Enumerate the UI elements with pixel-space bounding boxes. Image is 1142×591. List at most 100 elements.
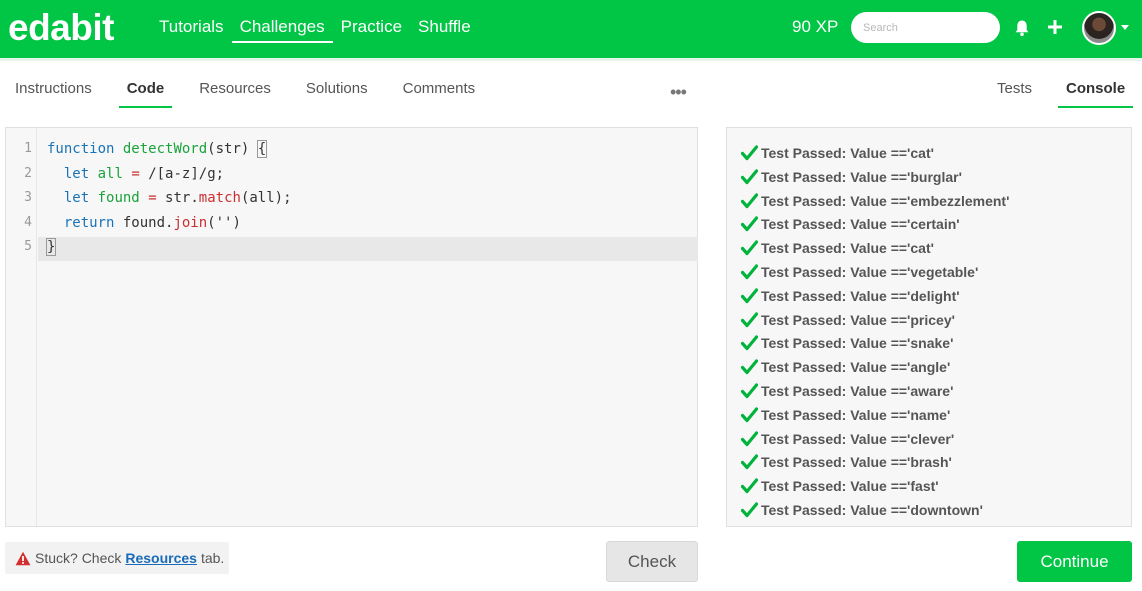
code-line[interactable]: function detectWord(str) { [47,137,268,162]
checkmark-icon [741,478,758,494]
stuck-hint: Stuck? Check Resources tab. [5,542,229,574]
tab-console[interactable]: Console [1057,78,1134,108]
test-result-prefix: Test Passed: Value == [761,430,908,447]
test-result-prefix: Test Passed: Value == [761,454,908,471]
code-token: match [198,190,241,206]
test-result-prefix: Test Passed: Value == [761,216,908,233]
code-token: { [256,140,268,158]
test-result-value: 'name' [907,406,951,423]
test-result-value: 'cat' [907,145,934,161]
test-result-line: Test Passed: Value == 'fast' [741,478,939,494]
test-result-value: 'pricey' [907,311,955,328]
checkmark-icon [741,216,758,232]
test-result-value: 'cat' [907,240,934,257]
code-token: detectWord [122,141,208,157]
checkmark-icon [741,264,758,280]
test-result-value: 'brash' [907,454,952,471]
checkmark-icon [741,311,758,327]
bell-icon[interactable] [1014,19,1030,37]
test-result-prefix: Test Passed: Value == [761,359,908,376]
search-input[interactable] [851,12,1000,43]
line-number: 2 [24,165,32,181]
test-result-prefix: Test Passed: Value == [761,287,908,304]
code-line[interactable]: let all = /[a-z]/g; [47,162,224,187]
test-result-value: 'aware' [907,383,954,399]
test-result-prefix: Test Passed: Value == [761,478,908,495]
nav-link-shuffle[interactable]: Shuffle [418,0,471,58]
output-tabs: Tests Console [997,78,1134,108]
test-result-line: Test Passed: Value == 'burglar' [741,169,962,185]
nav-link-challenges[interactable]: Challenges [231,0,333,58]
test-result-value: 'snake' [907,335,954,352]
test-result-value: 'fast' [907,478,939,495]
code-token: found [97,190,140,206]
code-token: = [148,190,157,206]
test-result-value: 'clever' [907,430,955,447]
stuck-hint-suffix: tab. [200,550,225,566]
test-result-prefix: Test Passed: Value == [761,168,908,185]
code-token: all [97,165,123,182]
warning-icon [15,551,31,565]
checkmark-icon [741,240,758,256]
code-line[interactable]: } [45,235,57,260]
line-number: 5 [24,239,32,254]
code-token: = [131,165,140,182]
tab-instructions[interactable]: Instructions [15,78,92,108]
console-output[interactable]: Test Passed: Value == 'cat' Test Passed: … [726,127,1132,527]
test-result-value: 'certain' [907,216,960,233]
checkmark-icon [741,407,758,422]
test-result-line: Test Passed: Value == 'snake' [741,335,953,351]
plus-icon[interactable] [1047,19,1063,35]
active-line-highlight [38,237,698,261]
test-result-prefix: Test Passed: Value == [761,240,908,257]
test-result-line: Test Passed: Value == 'certain' [741,216,960,232]
nav-link-tutorials[interactable]: Tutorials [159,0,224,58]
checkmark-icon [741,383,758,399]
tab-comments[interactable]: Comments [403,78,476,108]
code-token: function [47,141,115,157]
edabit-logo[interactable]: edabit [8,4,114,52]
test-result-prefix: Test Passed: Value == [761,192,908,209]
test-result-line: Test Passed: Value == 'clever' [741,431,954,447]
more-options-icon[interactable]: ••• [670,83,687,101]
main-nav: Tutorials Challenges Practice Shuffle [159,0,487,58]
checkmark-icon [741,430,758,446]
line-number-gutter: 1 2 3 4 5 [6,128,37,526]
test-result-line: Test Passed: Value == 'aware' [741,383,953,399]
checkmark-icon [741,288,758,303]
resources-link[interactable]: Resources [125,550,197,566]
code-token: return [63,214,115,231]
challenge-tabs: Instructions Code Resources Solutions Co… [15,78,510,108]
test-result-line: Test Passed: Value == 'embezzlement' [741,193,1009,209]
test-result-line: Test Passed: Value == 'cat' [741,240,934,256]
tab-tests[interactable]: Tests [997,78,1032,108]
code-editor[interactable]: 1 2 3 4 5 function detectWord(str) { let… [5,127,698,527]
tab-code[interactable]: Code [118,78,172,108]
tab-resources[interactable]: Resources [199,78,271,108]
test-result-line: Test Passed: Value == 'pricey' [741,312,955,328]
test-result-value: 'angle' [907,359,951,376]
checkmark-icon [741,145,758,161]
top-navbar: edabit Tutorials Challenges Practice Shu… [0,0,1142,61]
nav-link-practice[interactable]: Practice [341,0,402,58]
test-result-prefix: Test Passed: Value == [761,383,908,399]
code-line[interactable]: return found.join('') [47,211,241,236]
test-result-line: Test Passed: Value == 'name' [741,407,950,423]
checkmark-icon [741,169,758,184]
xp-counter: 90 XP [792,17,839,36]
test-result-line: Test Passed: Value == 'delight' [741,288,960,304]
line-number: 4 [24,214,32,230]
test-result-line: Test Passed: Value == 'angle' [741,359,950,375]
test-result-value: 'delight' [907,287,960,304]
check-button[interactable]: Check [606,541,698,582]
test-result-value: 'burglar' [907,168,962,185]
test-result-value: 'vegetable' [907,264,979,280]
continue-button[interactable]: Continue [1017,541,1132,582]
user-avatar[interactable] [1082,11,1116,45]
checkmark-icon [741,502,758,518]
test-result-prefix: Test Passed: Value == [761,145,908,161]
test-result-line: Test Passed: Value == 'cat' [741,145,934,161]
chevron-down-icon[interactable] [1121,25,1129,30]
code-line[interactable]: let found = str.match(all); [47,186,292,211]
tab-solutions[interactable]: Solutions [306,78,368,108]
